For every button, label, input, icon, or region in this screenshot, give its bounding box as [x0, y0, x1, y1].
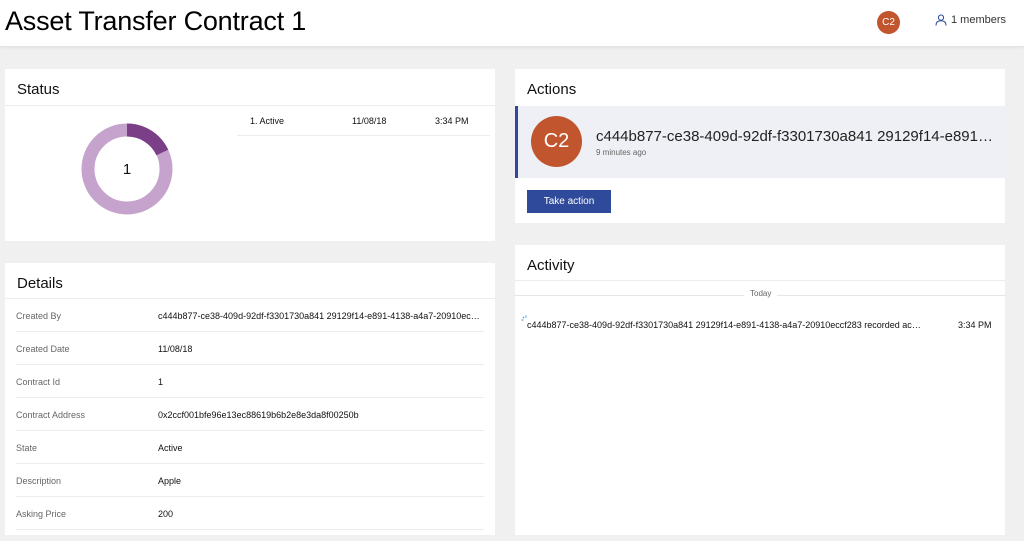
detail-value: c444b877-ce38-409d-92df-f3301730a841 291…	[158, 311, 484, 321]
avatar[interactable]: C2	[877, 11, 900, 34]
page-title: Asset Transfer Contract 1	[5, 6, 307, 36]
detail-value: 1	[158, 377, 164, 387]
detail-row-contract-address: Contract Address 0x2ccf001bfe96e13ec8861…	[16, 398, 484, 431]
detail-row-created-by: Created By c444b877-ce38-409d-92df-f3301…	[16, 299, 484, 332]
detail-row-contract-id: Contract Id 1	[16, 365, 484, 398]
status-date: 11/08/18	[352, 116, 387, 126]
detail-value: 0x2ccf001bfe96e13ec88619b6b2e8e3da8f0025…	[158, 410, 359, 420]
status-title: Status	[17, 81, 60, 98]
actions-card: Actions C2 c444b877-ce38-409d-92df-f3301…	[515, 69, 1005, 223]
detail-row-asking-price: Asking Price 200	[16, 497, 484, 530]
action-time: 9 minutes ago	[596, 148, 647, 157]
activity-card: Activity Today c444b877-ce38-409d-92df-f…	[515, 245, 1005, 535]
detail-value: Active	[158, 443, 183, 453]
detail-label: State	[16, 443, 38, 453]
avatar: C2	[531, 116, 582, 167]
detail-row-state: State Active	[16, 431, 484, 464]
detail-value: 11/08/18	[158, 344, 193, 354]
activity-item-text: c444b877-ce38-409d-92df-f3301730a841 291…	[527, 320, 922, 330]
details-card: Details Created By c444b877-ce38-409d-92…	[5, 263, 495, 535]
status-row-divider	[237, 135, 490, 136]
activity-item-time: 3:34 PM	[958, 320, 992, 330]
members-label: 1 members	[951, 14, 1007, 26]
details-title: Details	[17, 275, 63, 292]
donut-center-value: 1	[123, 161, 131, 178]
detail-row-description: Description Apple	[16, 464, 484, 497]
detail-label: Created Date	[16, 344, 70, 354]
actions-title: Actions	[527, 81, 577, 98]
person-icon	[935, 14, 947, 26]
detail-label: Asking Price	[16, 509, 67, 519]
status-row: 1. Active 11/08/18 3:34 PM	[242, 116, 495, 136]
status-name: 1. Active	[250, 116, 285, 126]
action-user: c444b877-ce38-409d-92df-f3301730a841 291…	[596, 128, 996, 145]
day-label: Today	[744, 289, 778, 298]
activity-title: Activity	[527, 257, 575, 274]
status-card: Status 1 1. Active 11/08/18 3:34 PM	[5, 69, 495, 241]
detail-label: Contract Address	[16, 410, 86, 420]
detail-label: Description	[16, 476, 62, 486]
action-item[interactable]: C2 c444b877-ce38-409d-92df-f3301730a841 …	[515, 106, 1005, 178]
activity-divider	[515, 280, 1005, 281]
detail-label: Contract Id	[16, 377, 61, 387]
status-time: 3:34 PM	[435, 116, 469, 126]
detail-value: 200	[158, 509, 174, 519]
status-donut-chart: 1	[81, 123, 173, 215]
take-action-button[interactable]: Take action	[527, 190, 611, 213]
status-divider	[5, 105, 495, 106]
top-bar: Asset Transfer Contract 1 C2 1 members	[0, 0, 1024, 47]
members-button[interactable]: 1 members	[935, 14, 1006, 26]
detail-value: Apple	[158, 476, 182, 486]
detail-row-created-date: Created Date 11/08/18	[16, 332, 484, 365]
detail-label: Created By	[16, 311, 62, 321]
